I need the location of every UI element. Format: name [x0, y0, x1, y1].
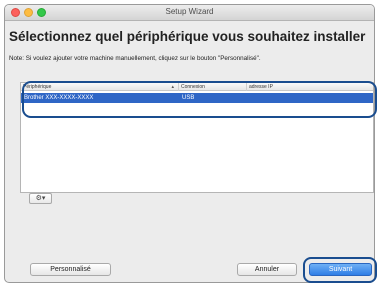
chevron-down-icon: ▾ — [41, 195, 46, 202]
title-bar: Setup Wizard — [5, 5, 374, 21]
custom-button[interactable]: Personnalisé — [30, 263, 111, 276]
page-heading: Sélectionnez quel périphérique vous souh… — [9, 29, 366, 44]
action-menu-button[interactable]: ⚙▾ — [29, 193, 52, 204]
highlight-callout-next — [303, 257, 377, 283]
highlight-callout-list — [22, 81, 377, 118]
instruction-note: Note: Si voulez ajouter votre machine ma… — [9, 55, 261, 62]
cancel-button[interactable]: Annuler — [237, 263, 297, 276]
window-title: Setup Wizard — [165, 7, 214, 16]
